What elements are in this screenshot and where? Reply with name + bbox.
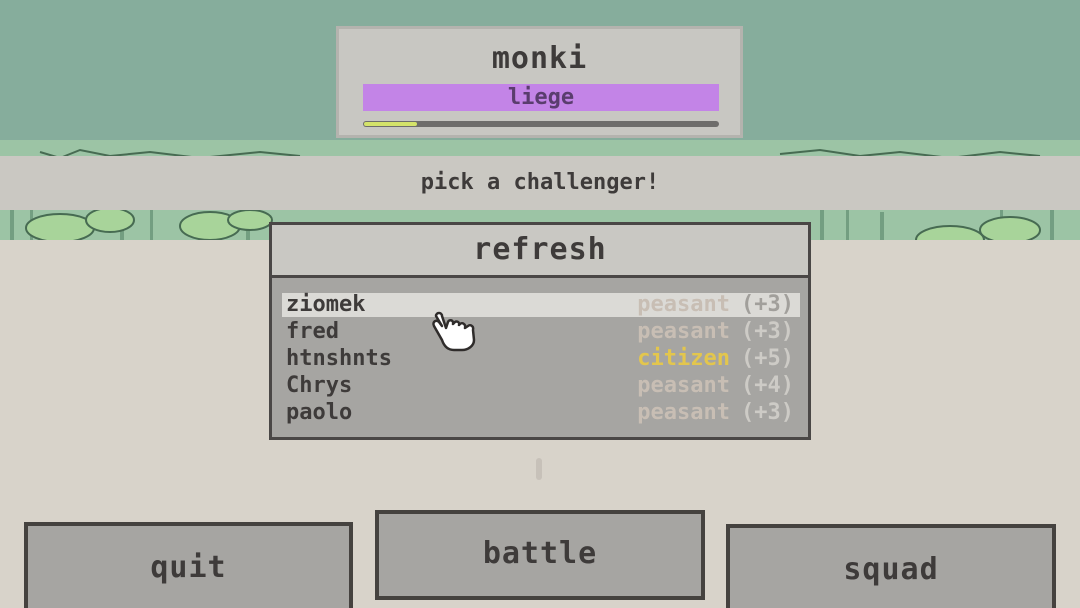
challenger-row[interactable]: paolo peasant (+3)	[282, 401, 800, 425]
challenger-panel: refresh ziomek peasant (+3) fred peasant…	[269, 222, 811, 440]
rank-bar: liege	[363, 84, 719, 111]
xp-bar-fill	[364, 122, 417, 126]
refresh-label: refresh	[473, 232, 607, 267]
banner: pick a challenger!	[0, 156, 1080, 210]
player-name: monki	[491, 41, 588, 76]
challenger-name: fred	[286, 319, 339, 344]
challenger-rank: peasant	[637, 373, 730, 398]
rank-label: liege	[507, 85, 575, 110]
quit-label: quit	[150, 550, 227, 585]
quit-button[interactable]: quit	[24, 522, 353, 608]
battle-button[interactable]: battle	[375, 510, 705, 600]
squad-button[interactable]: squad	[726, 524, 1056, 608]
challenger-name: ziomek	[286, 292, 366, 317]
challenger-bonus: (+4)	[741, 373, 794, 398]
challenger-name: htnshnts	[286, 346, 392, 371]
challenger-row[interactable]: htnshnts citizen (+5)	[282, 347, 800, 371]
challenger-rank: peasant	[637, 292, 730, 317]
challenger-name: paolo	[286, 400, 353, 425]
game-screen: monki liege pick a challenger! refresh z…	[0, 0, 1080, 608]
challenger-bonus: (+5)	[741, 346, 794, 371]
battle-label: battle	[482, 536, 598, 571]
banner-text: pick a challenger!	[420, 170, 660, 195]
challenger-rank: peasant	[637, 319, 730, 344]
challenger-row[interactable]: ziomek peasant (+3)	[282, 293, 800, 317]
challenger-bonus: (+3)	[741, 292, 794, 317]
pointing-hand-icon	[432, 311, 476, 352]
scroll-indicator	[536, 458, 542, 480]
challenger-rank: peasant	[637, 400, 730, 425]
xp-bar	[363, 121, 719, 127]
challenger-row[interactable]: Chrys peasant (+4)	[282, 374, 800, 398]
refresh-button[interactable]: refresh	[272, 225, 808, 278]
challenger-row[interactable]: fred peasant (+3)	[282, 320, 800, 344]
squad-label: squad	[843, 552, 939, 587]
player-card: monki liege	[336, 26, 743, 138]
challenger-rank: citizen	[637, 346, 730, 371]
challenger-bonus: (+3)	[741, 319, 794, 344]
challenger-name: Chrys	[286, 373, 353, 398]
challenger-bonus: (+3)	[741, 400, 794, 425]
